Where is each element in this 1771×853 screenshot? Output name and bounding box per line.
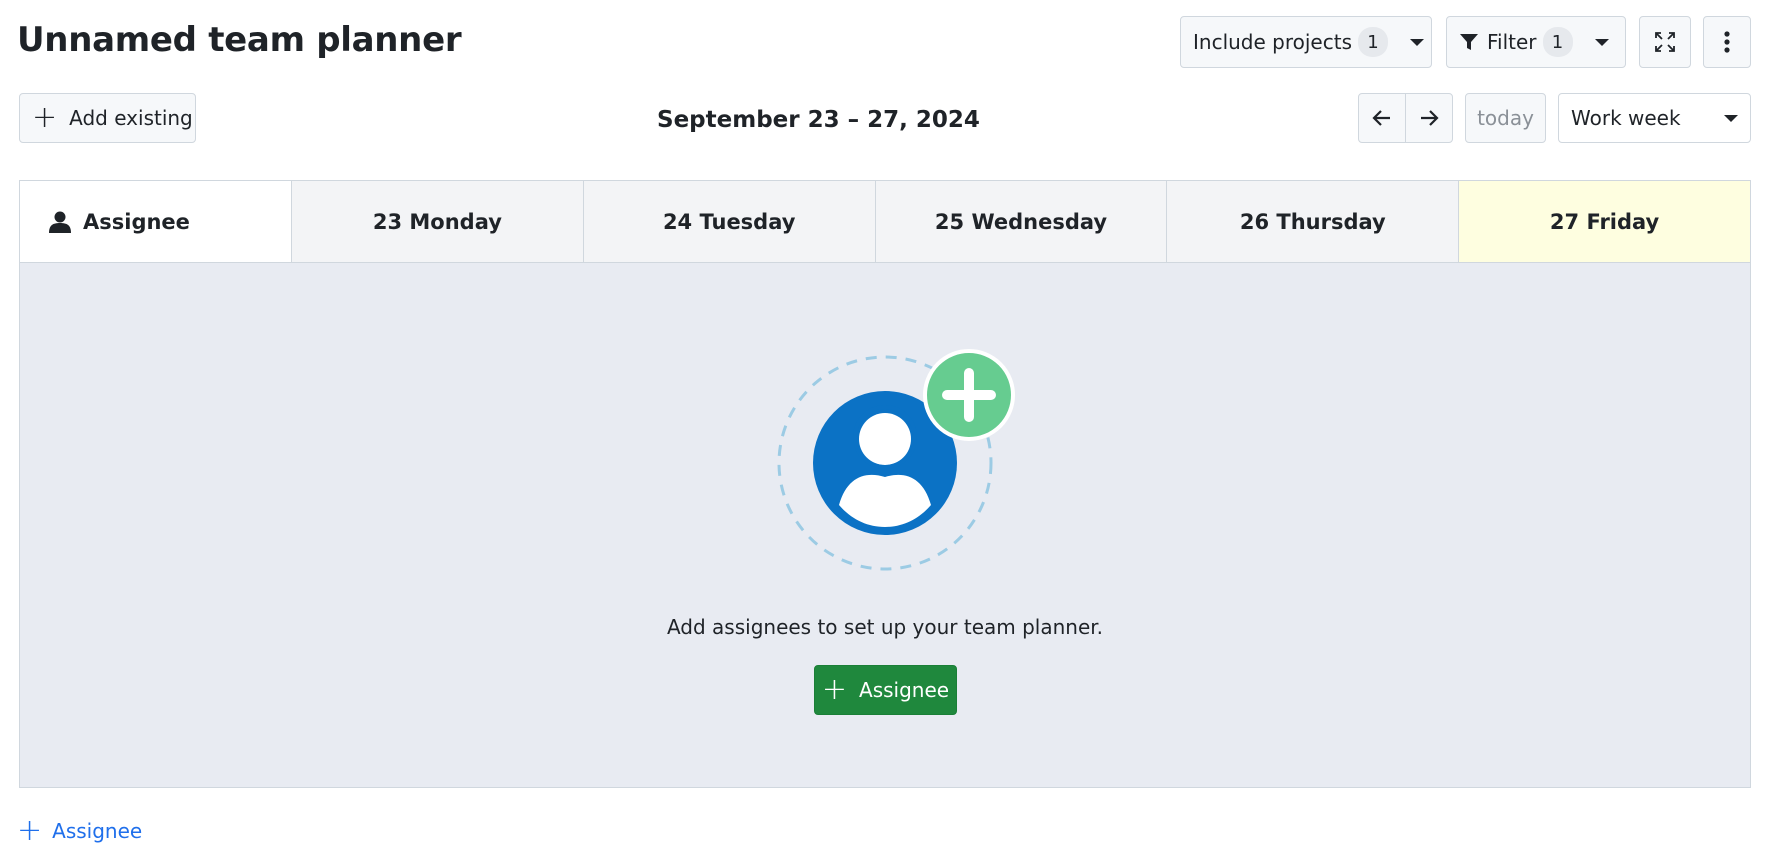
more-vertical-icon <box>1724 31 1730 53</box>
plus-icon: + <box>32 100 58 135</box>
empty-state: Add assignees to set up your team planne… <box>20 263 1750 787</box>
page-title: Unnamed team planner <box>17 20 462 60</box>
footer-add-assignee-link[interactable]: + Assignee <box>17 816 142 846</box>
footer-add-assignee-label: Assignee <box>52 819 143 843</box>
day-header-tuesday: 24 Tuesday <box>582 181 875 262</box>
day-label: 23 Monday <box>372 209 502 234</box>
add-assignee-button-label: Assignee <box>859 678 950 702</box>
filter-label: Filter <box>1487 30 1537 54</box>
add-existing-label: Add existing <box>69 106 193 130</box>
user-icon <box>49 211 71 233</box>
include-projects-counter: 1 <box>1358 27 1388 57</box>
view-mode-select[interactable]: Work week <box>1558 93 1751 143</box>
today-label: today <box>1477 106 1534 130</box>
next-button[interactable] <box>1405 94 1452 142</box>
add-assignee-illustration <box>765 337 1015 586</box>
more-options-button[interactable] <box>1703 16 1751 68</box>
fullscreen-button[interactable] <box>1639 16 1691 68</box>
add-existing-button[interactable]: + Add existing <box>19 93 196 143</box>
assignee-column-header: Assignee <box>20 181 291 262</box>
fullscreen-icon <box>1654 31 1676 53</box>
arrow-left-icon <box>1372 109 1392 127</box>
assignee-header-label: Assignee <box>83 209 190 234</box>
today-button[interactable]: today <box>1465 93 1546 143</box>
chevron-down-icon <box>1594 38 1609 46</box>
filter-button[interactable]: Filter 1 <box>1446 16 1626 68</box>
chevron-down-icon <box>1410 38 1424 46</box>
include-projects-label: Include projects <box>1193 30 1352 54</box>
day-label: 25 Wednesday <box>934 209 1108 234</box>
filter-icon <box>1459 32 1479 52</box>
plus-icon: + <box>821 672 848 707</box>
view-mode-value: Work week <box>1571 106 1681 130</box>
day-label: 26 Thursday <box>1239 209 1386 234</box>
chevron-down-icon <box>1724 114 1738 122</box>
day-header-thursday: 26 Thursday <box>1166 181 1459 262</box>
day-header-wednesday: 25 Wednesday <box>874 181 1167 262</box>
previous-button[interactable] <box>1359 94 1405 142</box>
plus-icon: + <box>17 813 43 848</box>
include-projects-button[interactable]: Include projects 1 <box>1180 16 1432 68</box>
empty-state-message: Add assignees to set up your team planne… <box>666 615 1104 639</box>
filter-counter: 1 <box>1542 27 1573 57</box>
arrow-right-icon <box>1419 109 1439 127</box>
planner-header-row: Assignee 23 Monday 24 Tuesday 25 Wednesd… <box>20 181 1750 263</box>
day-label: 27 Friday <box>1549 209 1660 234</box>
date-navigation <box>1358 93 1453 143</box>
day-header-monday: 23 Monday <box>291 181 583 262</box>
date-range-title: September 23 – 27, 2024 <box>657 107 980 133</box>
day-label: 24 Tuesday <box>662 209 796 234</box>
team-planner-grid: Assignee 23 Monday 24 Tuesday 25 Wednesd… <box>19 180 1751 788</box>
add-assignee-button[interactable]: + Assignee <box>814 665 957 715</box>
day-header-friday: 27 Friday <box>1458 181 1750 262</box>
